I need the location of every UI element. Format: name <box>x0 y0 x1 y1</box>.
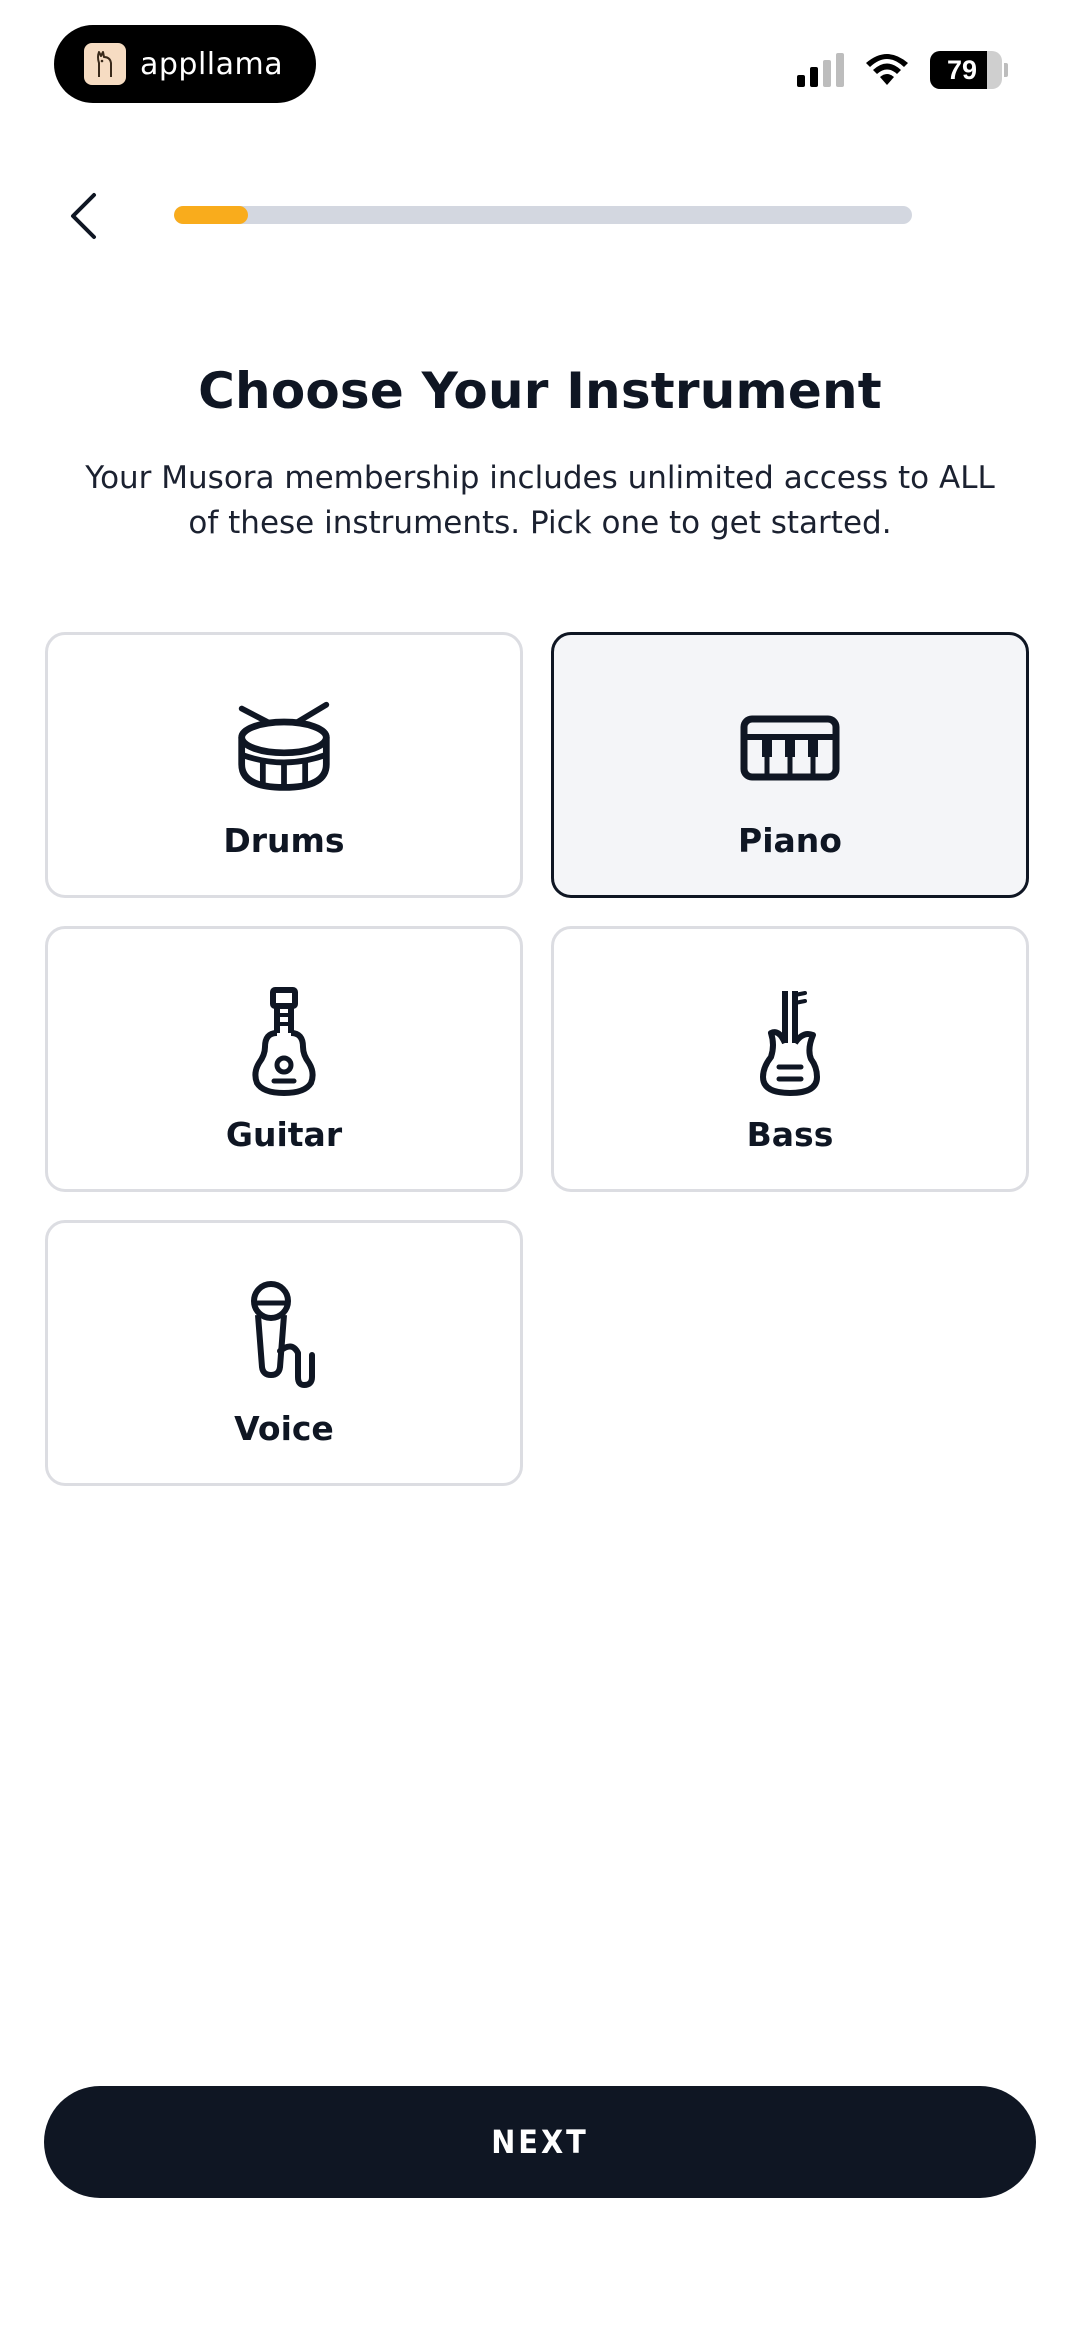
wifi-icon <box>866 54 908 85</box>
instrument-card-piano[interactable]: Piano <box>551 632 1029 898</box>
next-button[interactable]: NEXT <box>44 2086 1036 2198</box>
app-indicator-pill[interactable]: appllama <box>54 25 316 103</box>
instrument-card-bass[interactable]: Bass <box>551 926 1029 1192</box>
battery-indicator: 79 <box>930 51 1008 89</box>
onboarding-screen: appllama 79 Choose Your Instrument Your … <box>0 0 1080 2336</box>
instrument-card-voice[interactable]: Voice <box>45 1220 523 1486</box>
cellular-signal-icon <box>797 53 844 87</box>
piano-keyboard-icon <box>740 693 840 803</box>
drum-icon <box>234 693 334 803</box>
instrument-card-guitar[interactable]: Guitar <box>45 926 523 1192</box>
back-button[interactable] <box>58 186 108 246</box>
instrument-card-drums[interactable]: Drums <box>45 632 523 898</box>
instrument-label: Voice <box>234 1409 334 1448</box>
page-subtitle: Your Musora membership includes unlimite… <box>85 460 995 541</box>
status-icons: 79 <box>797 50 1008 90</box>
instrument-label: Piano <box>738 821 842 860</box>
instrument-label: Bass <box>746 1115 834 1154</box>
onboarding-progress-bar <box>174 206 912 224</box>
page-title: Choose Your Instrument <box>198 362 882 420</box>
app-name: appllama <box>140 46 284 82</box>
acoustic-guitar-icon <box>234 987 334 1097</box>
instrument-label: Guitar <box>225 1115 343 1154</box>
battery-level: 79 <box>946 55 978 85</box>
bass-guitar-icon <box>740 987 840 1097</box>
llama-logo-icon <box>84 43 126 85</box>
microphone-icon <box>234 1281 334 1391</box>
instrument-label: Drums <box>223 821 345 860</box>
progress-fill <box>174 206 248 224</box>
chevron-left-icon <box>71 193 96 239</box>
